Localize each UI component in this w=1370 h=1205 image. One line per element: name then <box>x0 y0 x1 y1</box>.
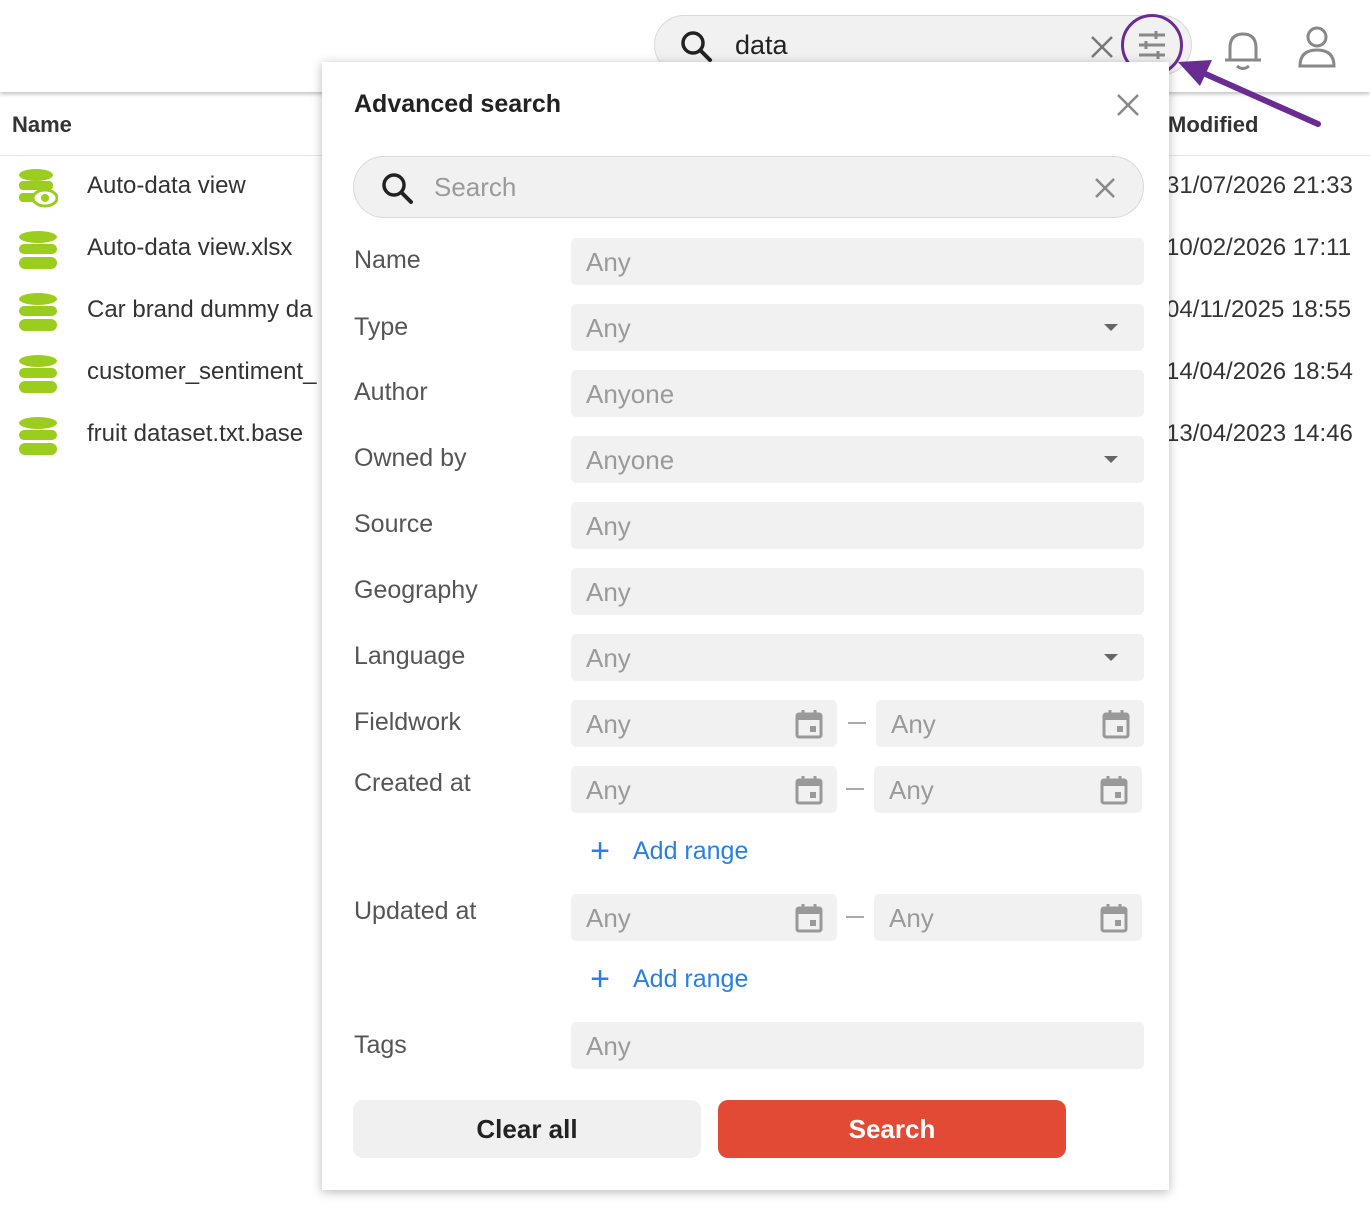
calendar-icon[interactable] <box>1100 903 1128 933</box>
owned-by-label: Owned by <box>354 444 467 472</box>
column-header-modified[interactable]: Modified <box>1168 112 1258 138</box>
search-icon <box>382 173 413 204</box>
calendar-icon[interactable] <box>1100 775 1128 805</box>
author-label: Author <box>354 378 428 406</box>
add-range-button[interactable]: + Add range <box>587 834 748 868</box>
type-select[interactable]: Any <box>571 304 1144 351</box>
sliders-icon <box>1139 31 1165 59</box>
date-value: Any <box>586 709 631 739</box>
type-select-value: Any <box>586 313 631 343</box>
column-header-name[interactable]: Name <box>12 112 72 138</box>
plus-icon: + <box>590 960 610 998</box>
file-modified: 14/04/2026 18:54 <box>1166 358 1353 385</box>
plus-icon: + <box>590 832 610 870</box>
caret-down-icon <box>1104 456 1118 463</box>
add-range-label: Add range <box>633 964 749 993</box>
global-search-query[interactable]: data <box>735 28 788 62</box>
range-separator <box>846 916 864 918</box>
caret-down-icon <box>1104 654 1118 661</box>
name-field-value: Any <box>586 247 631 277</box>
fieldwork-label: Fieldwork <box>354 708 461 736</box>
updated-at-label: Updated at <box>354 897 477 925</box>
owned-by-select[interactable]: Anyone <box>571 436 1144 483</box>
created-at-label: Created at <box>354 769 471 797</box>
date-value: Any <box>891 709 936 739</box>
clear-all-button[interactable]: Clear all <box>353 1100 701 1158</box>
updated-at-from-date[interactable]: Any <box>571 894 837 941</box>
search-placeholder: Search <box>434 172 517 202</box>
database-icon <box>19 293 57 331</box>
type-label: Type <box>354 313 409 341</box>
tags-field[interactable]: Any <box>571 1022 1144 1069</box>
date-value: Any <box>889 903 934 933</box>
database-icon <box>19 417 57 455</box>
search-icon <box>681 31 712 62</box>
file-modified: 04/11/2025 18:55 <box>1166 296 1352 323</box>
file-name: customer_sentiment_ <box>87 358 317 385</box>
file-modified: 10/02/2026 17:11 <box>1166 234 1352 261</box>
advanced-search-panel: Advanced search Search Name Any Type Any <box>322 62 1169 1190</box>
tags-label: Tags <box>354 1031 407 1059</box>
tags-field-value: Any <box>586 1031 631 1061</box>
name-label: Name <box>354 246 421 274</box>
updated-at-to-date[interactable]: Any <box>874 894 1142 941</box>
source-label: Source <box>354 510 434 538</box>
source-field[interactable]: Any <box>571 502 1144 549</box>
language-label: Language <box>354 642 466 670</box>
panel-search-input[interactable]: Search <box>353 156 1144 218</box>
geography-field[interactable]: Any <box>571 568 1144 615</box>
language-select-value: Any <box>586 643 631 673</box>
language-select[interactable]: Any <box>571 634 1144 681</box>
geography-field-value: Any <box>586 577 631 607</box>
user-icon[interactable] <box>1296 24 1338 70</box>
bell-icon[interactable] <box>1222 28 1264 72</box>
date-value: Any <box>586 903 631 933</box>
database-icon <box>19 355 57 393</box>
created-at-from-date[interactable]: Any <box>571 766 837 813</box>
file-modified: 13/04/2023 14:46 <box>1166 420 1353 447</box>
file-name: Auto-data view.xlsx <box>87 234 293 261</box>
database-view-icon <box>19 169 58 208</box>
date-value: Any <box>889 775 934 805</box>
panel-title: Advanced search <box>354 90 562 118</box>
created-at-to-date[interactable]: Any <box>874 766 1142 813</box>
file-name: fruit dataset.txt.base <box>87 420 304 447</box>
name-field[interactable]: Any <box>571 238 1144 285</box>
calendar-icon[interactable] <box>795 775 823 805</box>
file-modified: 31/07/2026 21:33 <box>1166 172 1353 199</box>
file-name: Auto-data view <box>87 172 246 199</box>
author-field[interactable]: Anyone <box>571 370 1144 417</box>
add-range-button[interactable]: + Add range <box>587 962 748 996</box>
add-range-label: Add range <box>633 836 749 865</box>
calendar-icon[interactable] <box>1102 709 1130 739</box>
calendar-icon[interactable] <box>795 903 823 933</box>
close-icon[interactable] <box>1093 176 1117 200</box>
geography-label: Geography <box>354 576 478 604</box>
date-value: Any <box>586 775 631 805</box>
range-separator <box>846 788 864 790</box>
fieldwork-from-date[interactable]: Any <box>571 700 837 747</box>
source-field-value: Any <box>586 511 631 541</box>
database-icon <box>19 231 57 269</box>
close-icon[interactable] <box>1115 92 1141 118</box>
fieldwork-to-date[interactable]: Any <box>876 700 1144 747</box>
app-root: data Name Modified Auto-data view 31/07/… <box>0 0 1370 1205</box>
calendar-icon[interactable] <box>795 709 823 739</box>
author-field-value: Anyone <box>586 379 675 409</box>
range-separator <box>848 722 866 724</box>
search-button[interactable]: Search <box>718 1100 1066 1158</box>
owned-by-select-value: Anyone <box>586 445 675 475</box>
caret-down-icon <box>1104 324 1118 331</box>
close-icon[interactable] <box>1089 34 1115 60</box>
file-name: Car brand dummy da <box>87 296 313 323</box>
